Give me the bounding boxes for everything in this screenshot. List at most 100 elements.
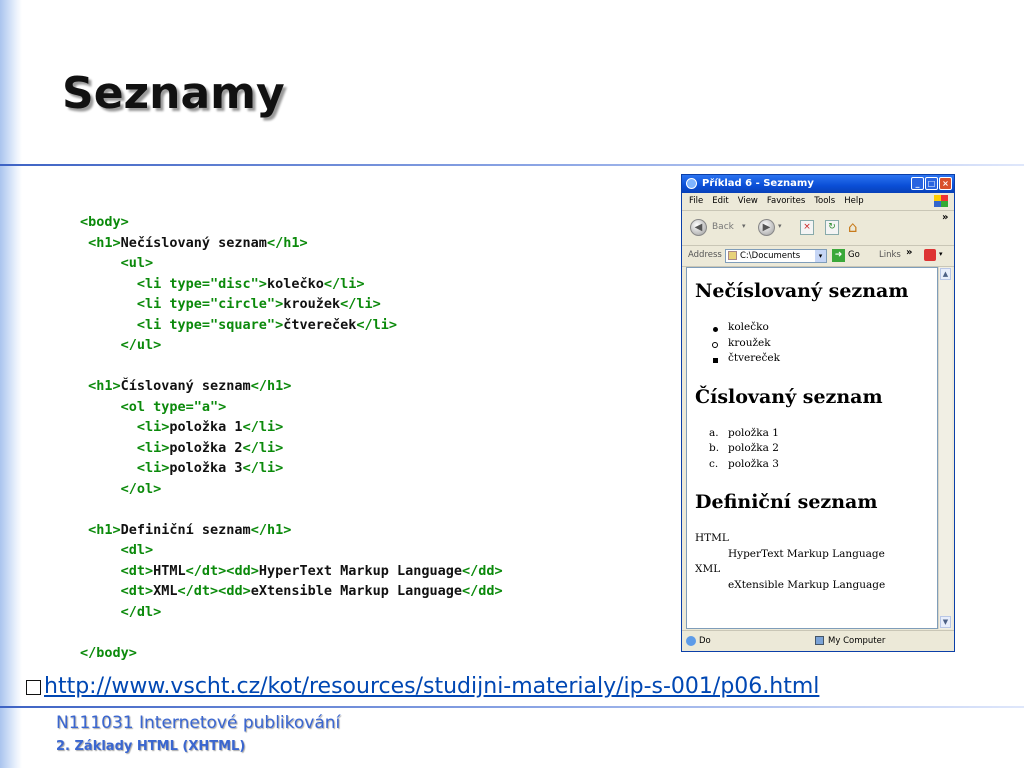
code-text: kroužek [283,296,341,312]
code-tag: </dd> [462,562,503,579]
menu-help[interactable]: Help [844,196,863,206]
code-line: <li type="disc">kolečko</li> [80,274,503,295]
windows-flag-icon [934,195,948,207]
ul-item: kroužek [728,337,771,349]
code-tag: </dt><dd> [185,562,259,579]
code-tag: </h1> [266,234,308,251]
code-line: </body> [80,643,503,664]
home-icon[interactable]: ⌂ [848,218,858,236]
back-arrow-icon[interactable]: ◀ [690,219,707,236]
footer-course: N111031 Internetové publikování [56,713,341,733]
forward-dropdown-icon[interactable]: ▾ [778,222,782,230]
code-line: </ul> [80,335,503,356]
code-text: XML [153,583,178,599]
maximize-icon[interactable]: □ [925,177,938,190]
menu-edit[interactable]: Edit [712,196,728,206]
code-tag: </h1> [250,378,292,394]
ol-marker: b. [709,442,720,454]
code-tag: </body> [80,644,137,661]
close-icon[interactable]: × [939,177,952,190]
circle-bullet-icon [712,342,718,348]
code-line: <dt>XML</dt><dd>eXtensible Markup Langua… [80,581,503,602]
code-tag: <ul> [80,255,154,271]
ol-item: položka 3 [728,458,779,470]
code-text: Číslovaný seznam [120,378,251,394]
browser-toolbar: ◀ Back ▾ ▶ ▾ × ↻ ⌂ » [682,211,954,246]
square-bullet-icon [713,358,718,363]
status-zone: My Computer [828,636,886,646]
tools-dropdown-icon[interactable]: ▾ [939,250,943,258]
code-text: položka 3 [169,460,243,476]
footer-chapter: 2. Základy HTML (XHTML) [56,739,246,754]
tools-icon[interactable] [924,249,936,261]
code-tag: <dt> [80,562,154,579]
code-tag: <ol type="a"> [80,398,227,415]
code-tag: <dl> [80,542,154,558]
ol-item: položka 2 [728,442,779,454]
browser-window: Příklad 6 - Seznamy _ □ × File Edit View Fa… [681,174,955,652]
code-tag: <h1> [80,234,121,251]
menu-favorites[interactable]: Favorites [767,196,805,206]
html-code-block: <body> <h1>Nečíslovaný seznam</h1> <ul> … [80,212,503,663]
menu-file[interactable]: File [689,196,703,206]
code-line: <li type="square">čtvereček</li> [80,315,503,336]
code-line: <li>položka 2</li> [80,438,503,459]
address-bar: Address C:\Documents ▾ ➜ Go Links » ▾ [682,246,954,267]
code-line: </ol> [80,479,503,500]
scroll-up-icon[interactable]: ▲ [940,268,951,280]
address-input[interactable]: C:\Documents ▾ [725,249,827,263]
footer-divider [0,706,1024,708]
links-overflow-icon[interactable]: » [906,247,912,258]
ie-logo-icon [686,178,697,189]
code-tag: </li> [242,419,284,435]
refresh-icon[interactable]: ↻ [825,220,839,235]
code-text: položka 1 [169,419,243,435]
bullet-square-icon [26,680,41,695]
back-dropdown-icon[interactable]: ▾ [742,222,746,230]
resource-link[interactable]: http://www.vscht.cz/kot/resources/studij… [44,674,819,699]
code-line: <ul> [80,253,503,274]
code-line: <h1>Nečíslovaný seznam</h1> [80,233,503,254]
code-tag: </li> [356,316,397,333]
stop-icon[interactable]: × [800,220,814,235]
dl-term: XML [695,563,721,575]
browser-window-title: Příklad 6 - Seznamy [702,178,814,189]
code-text: Definiční seznam [120,521,251,538]
code-line: <h1>Číslovaný seznam</h1> [80,376,503,397]
code-tag: </dl> [80,603,162,620]
address-dropdown-icon[interactable]: ▾ [815,250,826,262]
rendered-h1-definition: Definiční seznam [695,491,878,513]
code-line: <h1>Definiční seznam</h1> [80,520,503,541]
go-button[interactable]: Go [848,250,860,260]
page-icon [728,251,737,260]
code-tag: <li type="disc"> [80,275,267,292]
toolbar-overflow-icon[interactable]: » [942,212,948,223]
code-text: kolečko [266,275,324,292]
disc-bullet-icon [713,327,718,332]
code-tag: <li> [80,439,170,456]
code-tag: </ol> [80,480,162,497]
back-label[interactable]: Back [712,222,734,232]
minimize-icon[interactable]: _ [911,177,924,190]
scroll-down-icon[interactable]: ▼ [940,616,951,628]
menu-tools[interactable]: Tools [814,196,835,206]
slide-accent-bar [0,0,22,768]
forward-arrow-icon[interactable]: ▶ [758,219,775,236]
dl-term: HTML [695,532,729,544]
go-arrow-icon[interactable]: ➜ [832,249,845,262]
dl-definition: eXtensible Markup Language [728,579,886,591]
code-tag: </li> [323,275,365,292]
browser-menu-bar: File Edit View Favorites Tools Help [682,193,954,211]
vertical-scrollbar[interactable]: ▲ ▼ [938,267,952,629]
code-line: <body> [80,212,503,233]
code-text: položka 2 [169,439,243,456]
menu-view[interactable]: View [738,196,758,206]
code-tag: </li> [242,460,284,476]
ol-marker: a. [709,427,719,439]
code-text: čtvereček [283,316,357,333]
code-tag: <body> [80,214,129,230]
code-line: <dl> [80,540,503,561]
links-label[interactable]: Links [879,250,901,260]
